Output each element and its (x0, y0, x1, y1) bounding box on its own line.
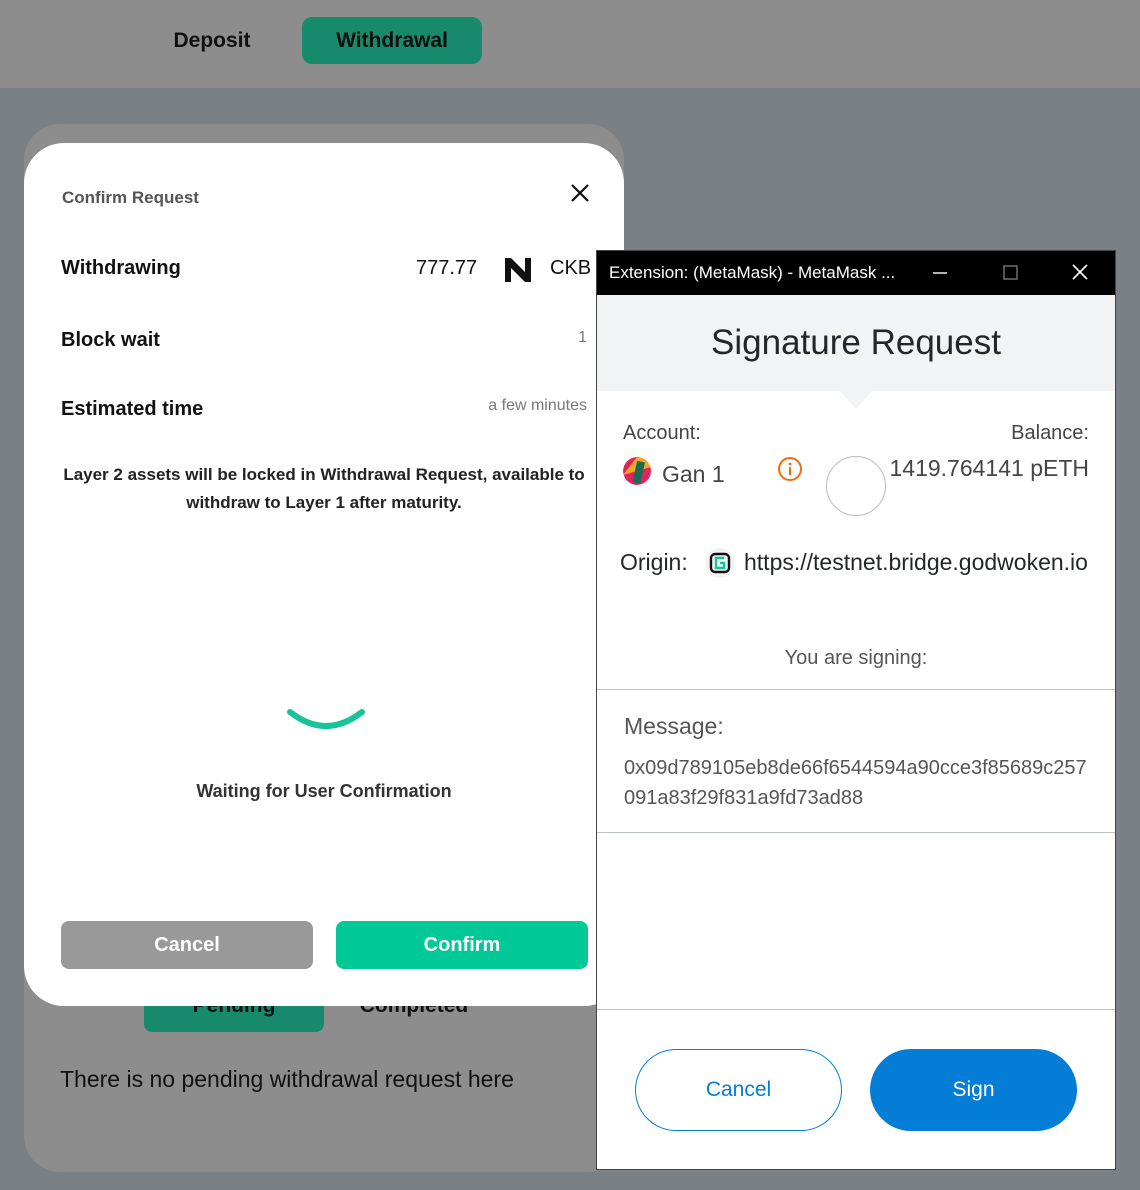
lock-notice: Layer 2 assets will be locked in Withdra… (63, 465, 585, 512)
account-avatar (623, 457, 651, 485)
header-notch (840, 391, 872, 409)
minimize-icon[interactable] (925, 259, 955, 287)
block-wait-label: Block wait (61, 329, 160, 351)
origin-url: https://testnet.bridge.godwoken.io (744, 549, 1088, 575)
top-nav: Deposit Withdrawal (0, 0, 1140, 88)
recipient-avatar (826, 456, 886, 516)
close-icon[interactable] (1065, 259, 1095, 287)
maximize-icon[interactable] (995, 259, 1025, 287)
modal-title: Confirm Request (62, 188, 199, 207)
empty-list-message: There is no pending withdrawal request h… (60, 1066, 514, 1092)
ckb-token-icon (505, 258, 531, 282)
close-icon[interactable] (564, 177, 596, 209)
divider (597, 832, 1115, 833)
message-value: 0x09d789105eb8de66f6544594a90cce3f85689c… (624, 757, 1087, 809)
cancel-button[interactable]: Cancel (61, 921, 313, 969)
account-label: Account: (623, 422, 701, 444)
metamask-window: Extension: (MetaMask) - MetaMask ... Sig… (596, 250, 1116, 1170)
estimated-time-value: a few minutes (488, 397, 587, 414)
window-titlebar: Extension: (MetaMask) - MetaMask ... (597, 251, 1115, 295)
block-wait-value: 1 (578, 329, 587, 346)
tab-deposit[interactable]: Deposit (122, 17, 302, 64)
info-icon[interactable] (777, 456, 803, 482)
site-favicon-icon (705, 548, 735, 578)
confirm-button[interactable]: Confirm (336, 921, 588, 969)
loading-spinner-icon (287, 709, 365, 729)
estimated-time-label: Estimated time (61, 398, 204, 420)
withdraw-unit: CKB (550, 257, 592, 279)
waiting-status: Waiting for User Confirmation (196, 781, 452, 801)
message-label: Message: (624, 713, 724, 739)
sign-button[interactable]: Sign (870, 1049, 1077, 1131)
withdrawing-label: Withdrawing (61, 257, 181, 279)
tab-withdrawal[interactable]: Withdrawal (302, 17, 482, 64)
signing-label: You are signing: (784, 647, 928, 669)
origin-label: Origin: (620, 549, 688, 575)
divider (597, 1009, 1115, 1010)
window-title: Extension: (MetaMask) - MetaMask ... (609, 263, 896, 282)
confirm-request-modal: Confirm Request Withdrawing 777.77 CKB B… (24, 143, 624, 1006)
account-name: Gan 1 (662, 461, 725, 487)
signature-header: Signature Request (597, 295, 1115, 391)
page-title: Signature Request (711, 323, 1001, 362)
withdraw-amount: 777.77 (416, 257, 478, 279)
metamask-cancel-button[interactable]: Cancel (635, 1049, 842, 1131)
divider (597, 689, 1115, 690)
balance-label: Balance: (1011, 422, 1089, 444)
balance-value: 1419.764141 pETH (889, 455, 1090, 481)
